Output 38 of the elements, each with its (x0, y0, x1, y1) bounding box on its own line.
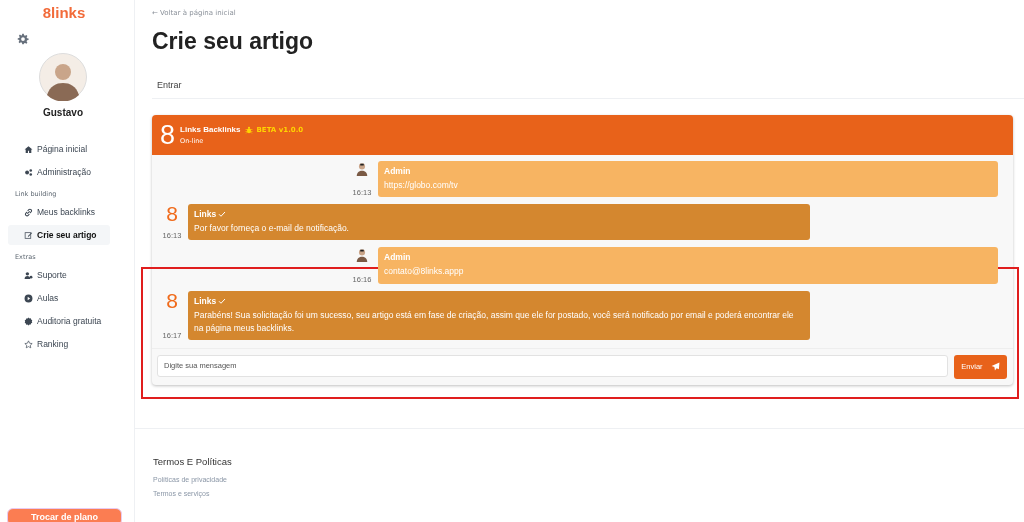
settings-icon (17, 33, 29, 45)
logo: 8links (42, 4, 86, 21)
star-icon (24, 339, 33, 349)
edit-icon (24, 230, 33, 240)
message-text: contato@8links.appp (384, 265, 465, 279)
message-text: https://globo.com/tv (384, 179, 459, 192)
sender-name: Admin (384, 166, 411, 176)
send-icon (990, 362, 1000, 372)
tab[interactable]: Entrar (157, 80, 182, 90)
message-text: Parabéns! Sua solicitação foi um sucesso, seu artigo está em fase de criação, assim que ele for postado, você será notificado por email e poderá encontrar ele na página meus backlinks. (194, 308, 795, 335)
chat-logo: 8 (160, 121, 176, 149)
nav-item[interactable]: Crie seu artigo (8, 225, 110, 245)
nav-item[interactable]: Suporte (8, 265, 110, 285)
play-icon (24, 293, 33, 303)
bug-icon (244, 125, 253, 134)
link-icon (24, 207, 33, 217)
avatar-icon (39, 53, 87, 101)
sender-name: Admin (384, 252, 411, 263)
nav-item[interactable]: Aulas (8, 288, 110, 308)
user-avatar-icon (355, 247, 369, 264)
sender-name: Links (194, 295, 217, 306)
home-icon (24, 144, 33, 154)
page-title: Crie seu artigo (152, 28, 315, 55)
nav-item[interactable]: Auditoria gratuita (8, 311, 110, 331)
chat-name: Links Backlinks (180, 125, 241, 134)
user-name: Gustavo (43, 107, 83, 118)
nav-item[interactable]: Ranking (8, 334, 110, 354)
message-text: Por favor forneça o e-mail de notificação. (194, 222, 350, 236)
bot-logo: 8 (166, 204, 178, 225)
badge-icon (24, 316, 33, 326)
sender-name: Links (194, 209, 217, 220)
nav-item[interactable]: Administração (8, 162, 110, 182)
people-icon (24, 270, 33, 280)
nav-item[interactable]: Meus backlinks (8, 202, 110, 222)
user-avatar-icon (355, 161, 369, 177)
footer-heading: Termos E Políticas (153, 455, 233, 467)
nav-item[interactable]: Página inicial (8, 139, 110, 159)
bot-logo: 8 (166, 290, 178, 311)
